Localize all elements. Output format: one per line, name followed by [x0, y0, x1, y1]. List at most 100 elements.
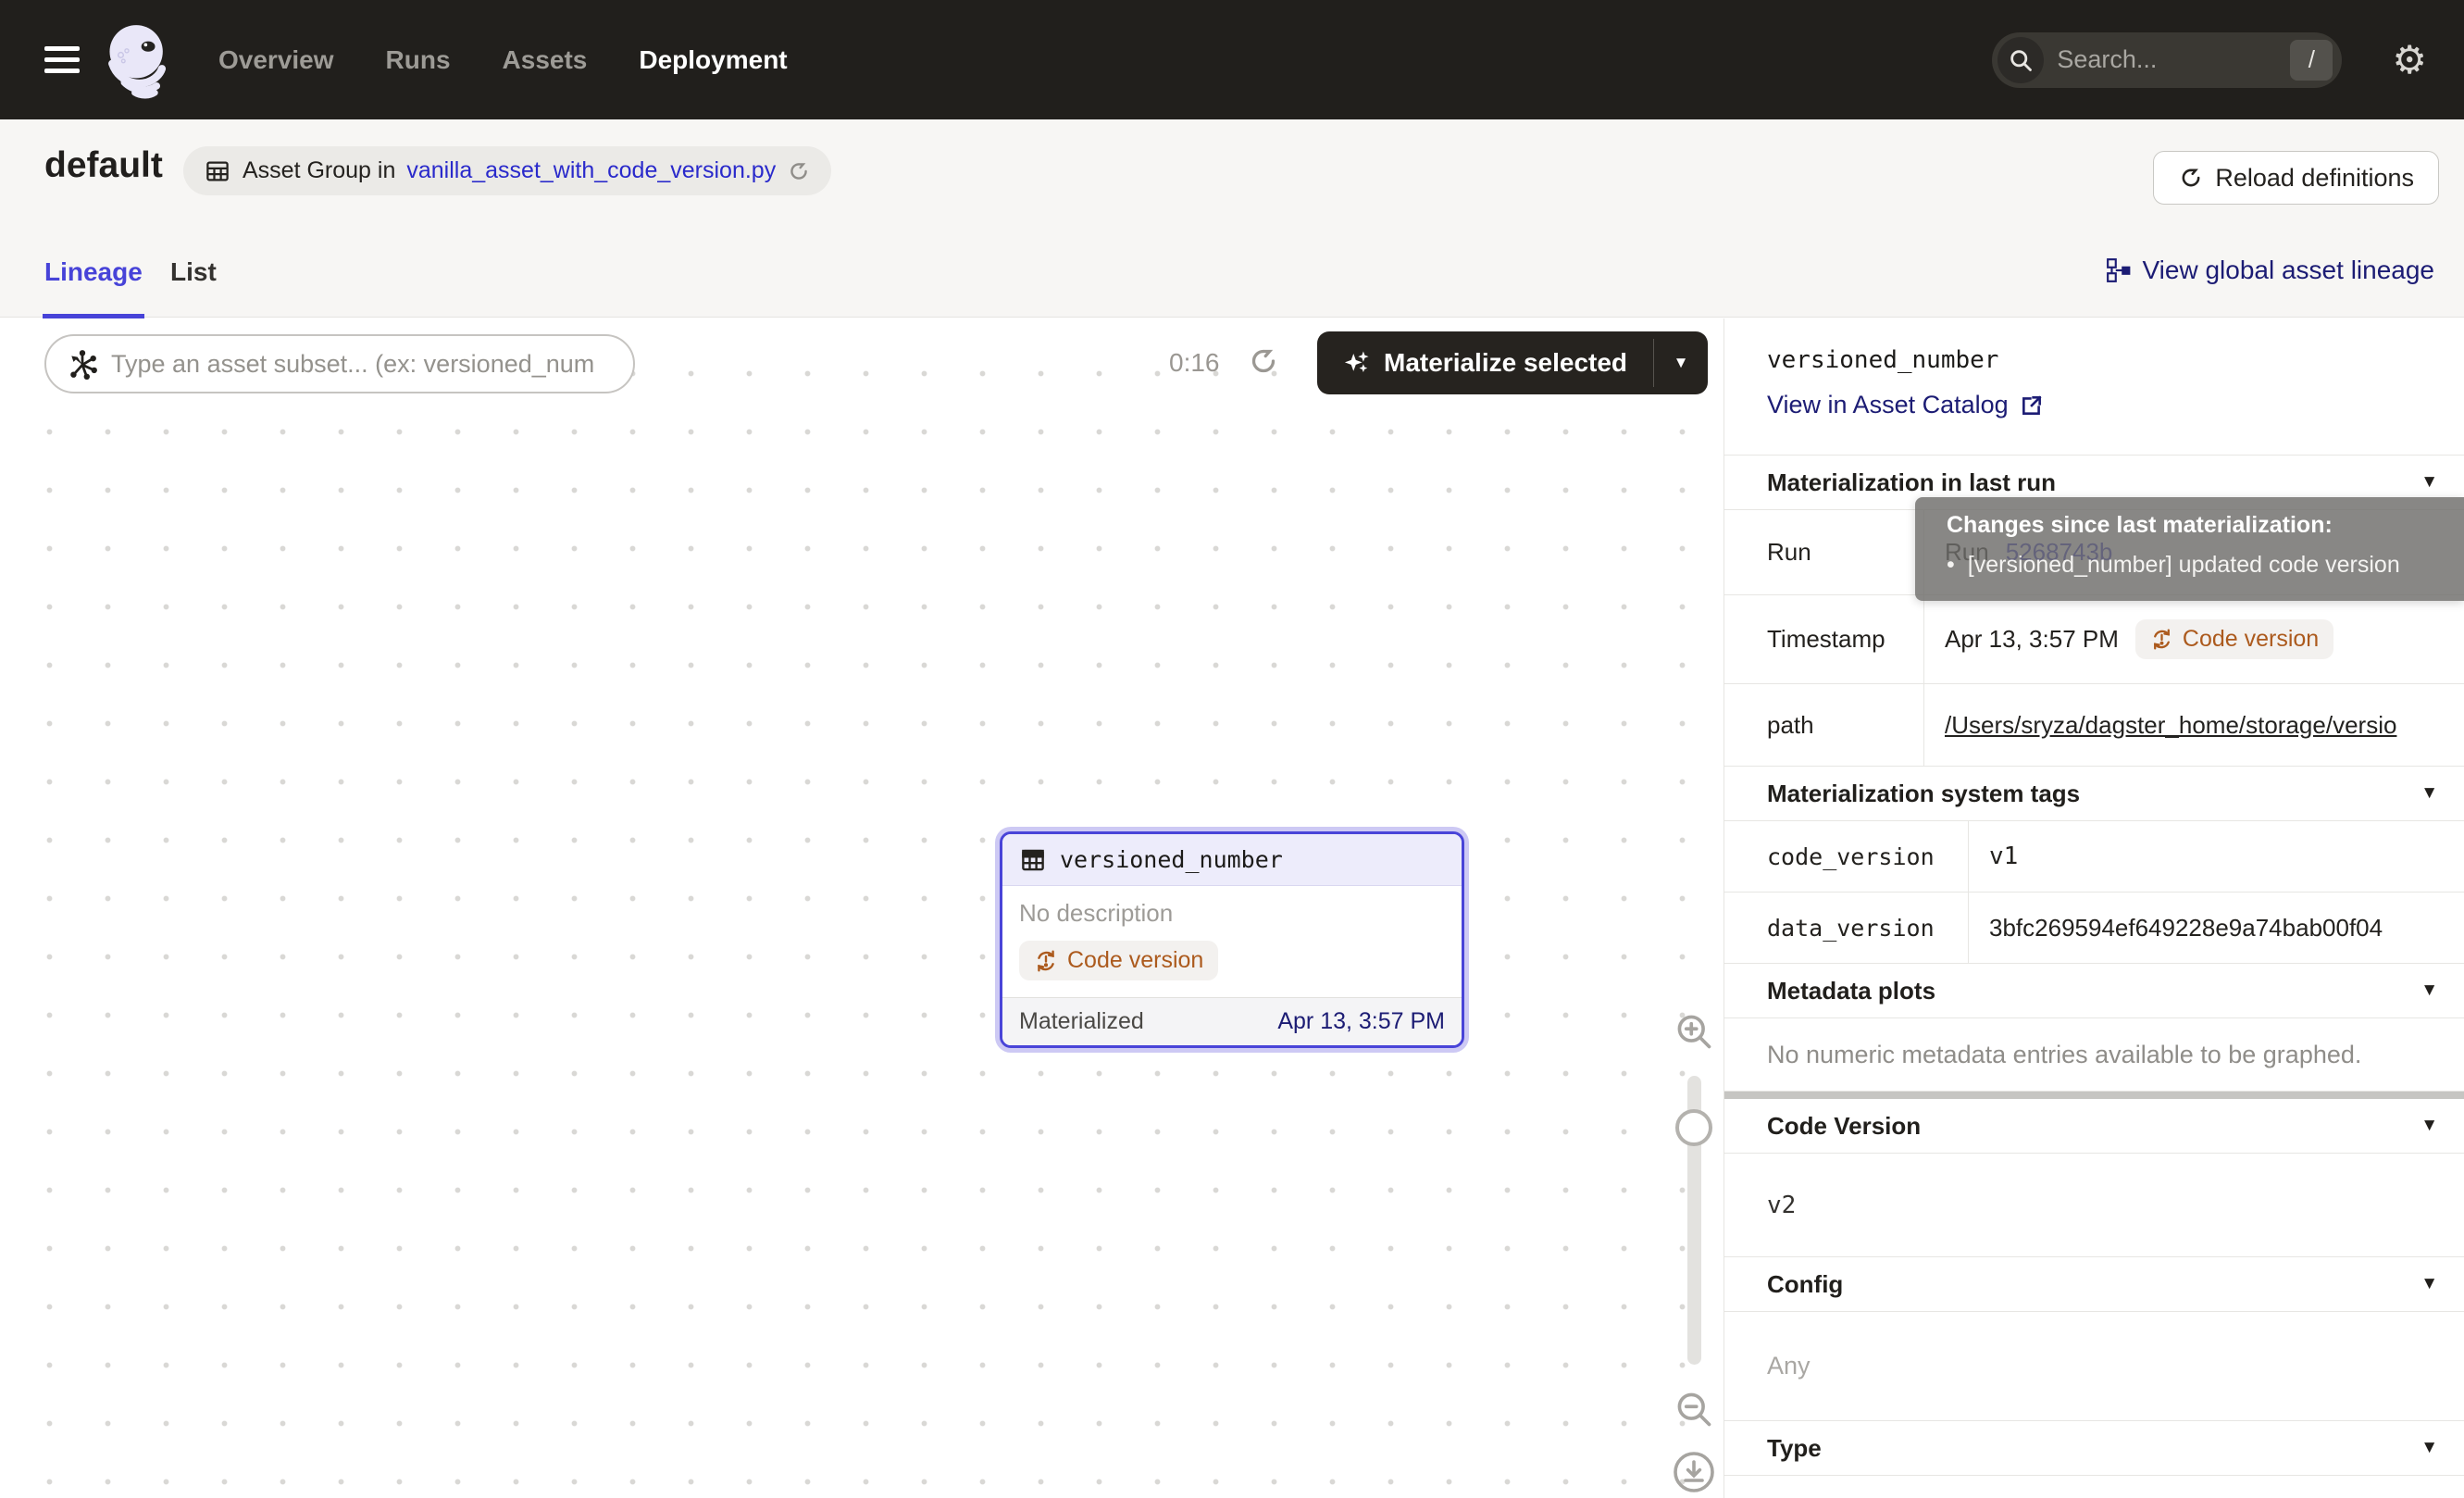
- section-metadata-plots[interactable]: Metadata plots ▼: [1724, 964, 2464, 1018]
- top-nav: Overview Runs Assets Deployment / ⚙: [0, 0, 2464, 119]
- search-shortcut-key: /: [2290, 40, 2333, 81]
- materialize-selected-button[interactable]: Materialize selected: [1317, 331, 1653, 394]
- section-title: Config: [1767, 1270, 1843, 1299]
- path-value-link[interactable]: /Users/sryza/dagster_home/storage/versio: [1945, 711, 2396, 740]
- chevron-down-icon[interactable]: ▼: [2420, 1274, 2438, 1294]
- timestamp-key: Timestamp: [1724, 595, 1924, 683]
- chevron-down-icon[interactable]: ▼: [2420, 472, 2438, 493]
- settings-gear-icon[interactable]: ⚙: [2392, 41, 2427, 80]
- asset-details-sidebar: versioned_number View in Asset Catalog M…: [1724, 318, 2464, 1498]
- asset-node-description: No description: [1019, 899, 1445, 928]
- nav-item-runs[interactable]: Runs: [386, 45, 451, 75]
- changes-since-last-materialization-tooltip: Changes since last materialization: • [v…: [1915, 497, 2464, 601]
- table-grid-icon: [204, 157, 231, 185]
- chevron-down-icon[interactable]: ▼: [2420, 783, 2438, 804]
- lineage-canvas[interactable]: 0:16 Materialize selected: [0, 318, 1724, 1498]
- metadata-plots-empty-message: No numeric metadata entries available to…: [1724, 1018, 2464, 1092]
- chevron-down-icon[interactable]: ▼: [2420, 1438, 2438, 1458]
- reload-definitions-label: Reload definitions: [2215, 164, 2414, 193]
- view-in-asset-catalog-label: View in Asset Catalog: [1767, 391, 2009, 419]
- view-global-asset-lineage-label: View global asset lineage: [2143, 256, 2434, 285]
- section-type[interactable]: Type ▼: [1724, 1421, 2464, 1476]
- section-code-version[interactable]: Code Version ▼: [1724, 1099, 2464, 1154]
- zoom-out-icon[interactable]: [1674, 1389, 1714, 1429]
- dagster-logo-icon[interactable]: [104, 21, 172, 99]
- sync-alert-icon: [2150, 628, 2173, 651]
- asset-node-name: versioned_number: [1060, 846, 1283, 873]
- tag-value: 3bfc269594ef649228e9a74bab00f04: [1969, 893, 2464, 963]
- section-title: Materialization system tags: [1767, 780, 2080, 808]
- tooltip-title: Changes since last materialization:: [1947, 512, 2464, 539]
- asset-group-prefix: Asset Group in: [243, 157, 395, 184]
- external-link-icon: [2020, 393, 2044, 418]
- asset-node-body: No description Code version: [1002, 886, 1462, 997]
- materialize-split-button: Materialize selected ▼: [1317, 331, 1708, 394]
- code-version-change-badge[interactable]: Code version: [1019, 941, 1218, 980]
- view-global-asset-lineage-link[interactable]: View global asset lineage: [2106, 256, 2434, 285]
- panel-resize-divider[interactable]: [1724, 1092, 2464, 1099]
- tab-lineage[interactable]: Lineage: [44, 257, 143, 287]
- run-key: Run: [1724, 510, 1924, 594]
- path-key: path: [1724, 684, 1924, 766]
- tab-list[interactable]: List: [170, 257, 217, 287]
- sync-alert-icon: [1034, 949, 1058, 973]
- zoom-slider-track[interactable]: [1687, 1076, 1701, 1365]
- refresh-timer: 0:16: [1169, 348, 1220, 378]
- code-version-badge-label: Code version: [1067, 947, 1203, 974]
- view-in-asset-catalog-link[interactable]: View in Asset Catalog: [1767, 391, 2044, 419]
- row-timestamp: Timestamp Apr 13, 3:57 PM Code version: [1724, 595, 2464, 684]
- tag-key: data_version: [1724, 893, 1969, 963]
- asset-subset-filter[interactable]: [44, 334, 635, 393]
- asset-node-versioned-number[interactable]: versioned_number No description Code ver…: [1000, 831, 1464, 1048]
- section-materialization-system-tags[interactable]: Materialization system tags ▼: [1724, 767, 2464, 821]
- asset-node-header[interactable]: versioned_number: [1002, 834, 1462, 886]
- dagster-app: Overview Runs Assets Deployment / ⚙ defa…: [0, 0, 2464, 1498]
- tooltip-change-item: [versioned_number] updated code version: [1968, 552, 2400, 579]
- chevron-down-icon[interactable]: ▼: [2420, 1116, 2438, 1136]
- download-image-icon[interactable]: [1672, 1450, 1716, 1494]
- menu-icon[interactable]: [44, 46, 80, 73]
- section-title: Metadata plots: [1767, 977, 1935, 1005]
- global-search[interactable]: /: [1992, 32, 2342, 88]
- materialized-timestamp-link[interactable]: Apr 13, 3:57 PM: [1277, 1008, 1445, 1035]
- code-file-link[interactable]: vanilla_asset_with_code_version.py: [406, 157, 776, 184]
- row-code-version-tag: code_version v1: [1724, 821, 2464, 893]
- nav-item-deployment[interactable]: Deployment: [639, 45, 787, 75]
- section-title: Materialization in last run: [1767, 468, 2056, 497]
- reload-icon: [2178, 165, 2204, 191]
- zoom-controls: [1666, 1011, 1722, 1494]
- zoom-slider-handle[interactable]: [1675, 1109, 1712, 1146]
- sidebar-asset-header: versioned_number View in Asset Catalog: [1724, 318, 2464, 456]
- asset-graph-icon: [67, 348, 98, 380]
- nav-item-overview[interactable]: Overview: [218, 45, 334, 75]
- section-title: Type: [1767, 1434, 1822, 1463]
- table-grid-icon: [1019, 846, 1047, 874]
- sparkle-icon: [1343, 349, 1371, 377]
- tag-value: v1: [1969, 821, 2464, 892]
- chip-reload-icon[interactable]: [787, 159, 811, 183]
- nav-menu: Overview Runs Assets Deployment: [218, 45, 788, 75]
- asset-subset-input[interactable]: [111, 350, 613, 379]
- code-version-value: v2: [1724, 1154, 2464, 1257]
- sidebar-asset-name: versioned_number: [1767, 346, 2464, 374]
- graph-refresh-icon[interactable]: [1247, 344, 1280, 378]
- materialize-dropdown-button[interactable]: ▼: [1654, 331, 1708, 394]
- zoom-in-icon[interactable]: [1674, 1011, 1714, 1052]
- tag-key: code_version: [1724, 821, 1969, 892]
- code-version-change-badge[interactable]: Code version: [2135, 619, 2333, 659]
- code-version-badge-label: Code version: [2183, 626, 2319, 653]
- section-config[interactable]: Config ▼: [1724, 1257, 2464, 1312]
- lineage-graph-icon: [2106, 257, 2132, 283]
- chevron-down-icon[interactable]: ▼: [2420, 980, 2438, 1001]
- row-data-version-tag: data_version 3bfc269594ef649228e9a74bab0…: [1724, 893, 2464, 964]
- search-icon: [1997, 37, 2044, 83]
- materialize-selected-label: Materialize selected: [1384, 348, 1627, 378]
- nav-item-assets[interactable]: Assets: [503, 45, 588, 75]
- page-title: default: [44, 145, 163, 186]
- asset-group-chip[interactable]: Asset Group in vanilla_asset_with_code_v…: [183, 146, 831, 195]
- search-input[interactable]: [2057, 45, 2290, 74]
- reload-definitions-button[interactable]: Reload definitions: [2153, 151, 2439, 205]
- section-title: Code Version: [1767, 1112, 1921, 1141]
- view-tabs-row: Lineage List View global asset lineage: [0, 228, 2464, 318]
- tooltip-bullet: •: [1947, 552, 1955, 579]
